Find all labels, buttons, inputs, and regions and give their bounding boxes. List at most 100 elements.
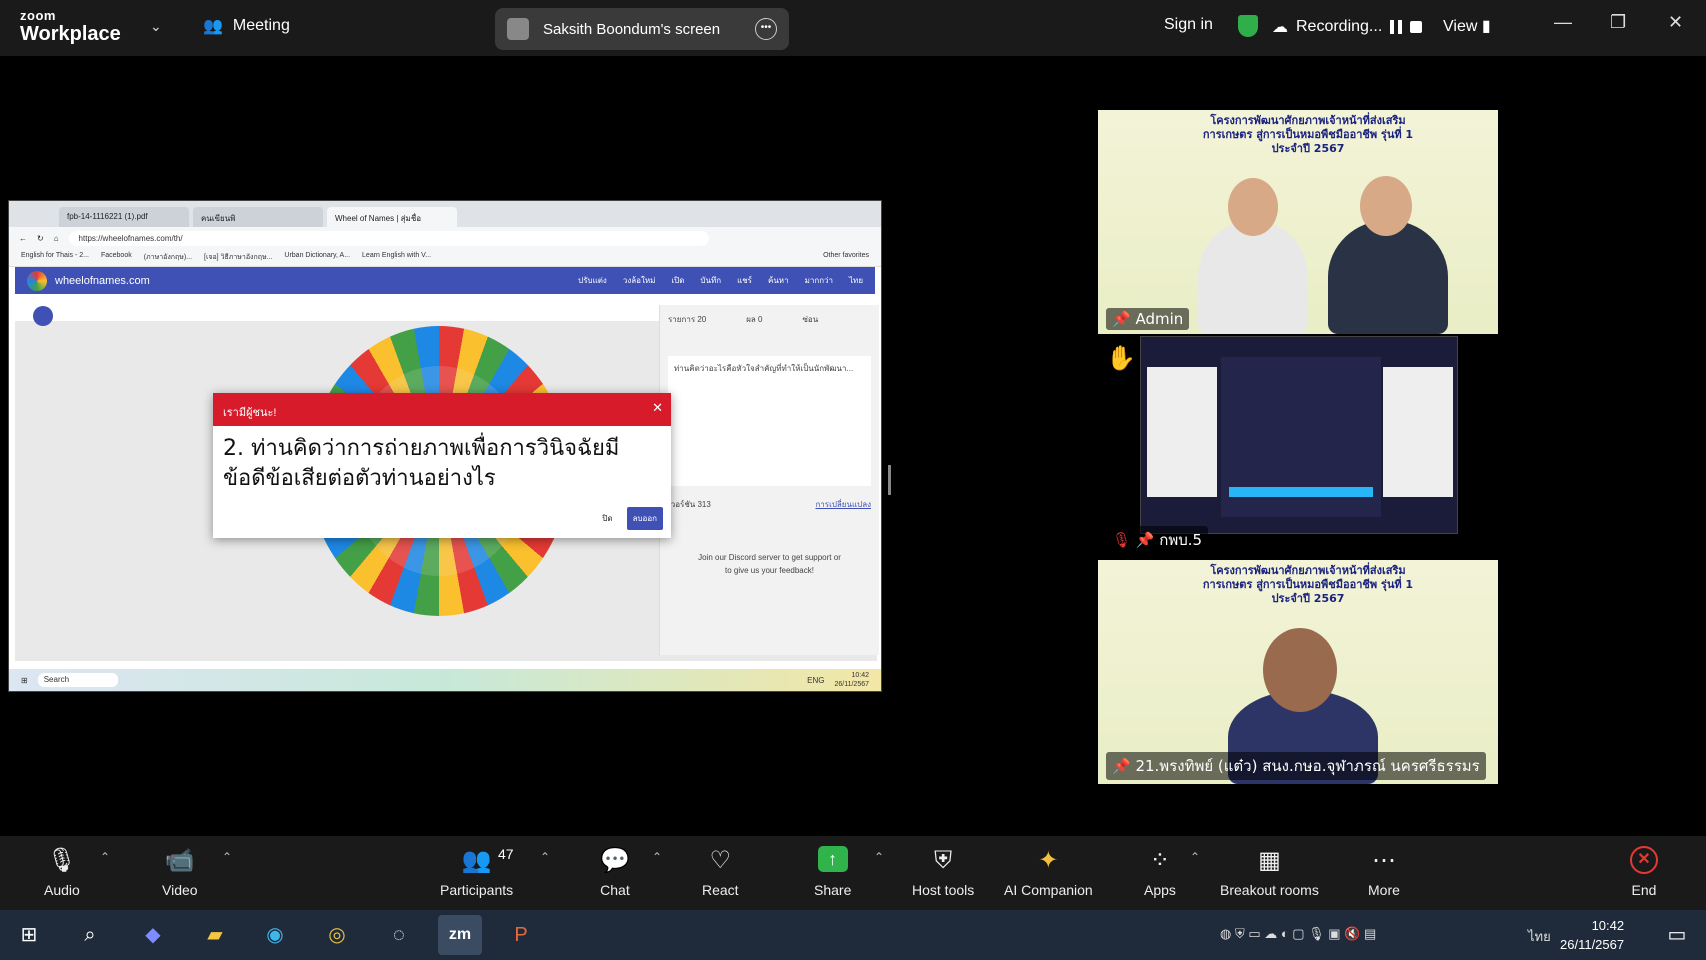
home-icon[interactable]: ⌂: [54, 234, 59, 243]
tray-icons[interactable]: ◍ ⛨ ▭ ☁ ◐ ▢ 🎙 ▣ 🔇 ▤: [1220, 926, 1376, 942]
zoom-taskbar-label: zm: [448, 926, 472, 943]
url-field[interactable]: https://wheelofnames.com/th/: [68, 230, 709, 246]
video-label: Video: [162, 882, 198, 898]
bookmark[interactable]: [เจอ] วิธีภาษาอังกฤษ...: [204, 252, 272, 263]
entries-textarea[interactable]: ท่านคิดว่าอะไรคือหัวใจสำคัญที่ทำให้เป็นน…: [668, 356, 871, 486]
dialog-message: 2. ท่านคิดว่าการถ่ายภาพเพื่อการวินิจฉัยม…: [223, 436, 620, 491]
close-icon[interactable]: ✕: [1668, 12, 1683, 33]
participant-head: [1360, 176, 1412, 236]
chat-button[interactable]: 💬 Chat: [600, 846, 630, 898]
site-menu-item[interactable]: ค้นหา: [768, 274, 789, 287]
notifications-icon[interactable]: ▭: [1662, 920, 1692, 950]
host-tools-button[interactable]: ⛨ Host tools: [912, 846, 974, 898]
video-tile-participant21[interactable]: โครงการพัฒนาศักยภาพเจ้าหน้าที่ส่งเสริมกา…: [1098, 560, 1498, 784]
view-label: View: [1443, 18, 1478, 35]
dialog-close-button[interactable]: ปิด: [602, 512, 612, 525]
breakout-rooms-label: Breakout rooms: [1220, 882, 1319, 898]
share-icon: ↑: [817, 846, 848, 872]
site-menu-item[interactable]: วงล้อใหม่: [623, 274, 656, 287]
view-button[interactable]: View ▮: [1443, 16, 1491, 36]
copilot-icon[interactable]: ◆: [138, 920, 168, 950]
windows-start-icon[interactable]: ⊞: [14, 920, 44, 950]
chrome-icon[interactable]: ◎: [322, 920, 352, 950]
site-menu-item[interactable]: ไทย: [849, 274, 863, 287]
powerpoint-icon[interactable]: P: [506, 920, 536, 950]
clock-time: 10:42: [1591, 918, 1625, 933]
taskbar-time: 10:42: [851, 672, 869, 679]
more-button[interactable]: ⋯ More: [1368, 846, 1400, 898]
bookmark[interactable]: English for Thais - 2...: [21, 252, 89, 263]
pause-recording-button[interactable]: [1390, 20, 1403, 34]
site-menu-item[interactable]: มากกว่า: [805, 274, 833, 287]
input-language[interactable]: ไทย: [1528, 926, 1551, 947]
edit-icon[interactable]: [33, 306, 53, 326]
hide-checkbox[interactable]: ซ่อน: [803, 313, 819, 326]
chevron-down-icon[interactable]: ⌄: [150, 18, 162, 35]
browser-tab[interactable]: คนเขียนพิ: [193, 207, 323, 227]
bookmark[interactable]: Learn English with V...: [362, 252, 431, 263]
version-label: เวอร์ชัน 313: [668, 500, 711, 509]
zoom-taskbar-icon[interactable]: zm: [438, 915, 482, 955]
edge-icon[interactable]: ◉: [260, 920, 290, 950]
ai-companion-button[interactable]: ✦ AI Companion: [1004, 846, 1093, 898]
stop-recording-button[interactable]: [1410, 21, 1423, 33]
split-divider[interactable]: [888, 465, 891, 495]
apps-button[interactable]: ⁘ Apps: [1144, 846, 1176, 898]
discord-text[interactable]: Join our Discord server to get support o…: [698, 551, 841, 577]
bookmark[interactable]: Facebook: [101, 252, 132, 263]
share-options-caret[interactable]: ⌃: [874, 850, 884, 864]
file-explorer-icon[interactable]: ▰: [200, 920, 230, 950]
winner-dialog: เรามีผู้ชนะ! ✕ 2. ท่านคิดว่าการถ่ายภาพเพ…: [213, 393, 671, 538]
audio-button[interactable]: 🎙 Audio: [44, 846, 80, 898]
thumb-button: [1229, 487, 1373, 497]
close-icon[interactable]: ✕: [652, 400, 663, 416]
end-label: End: [1631, 882, 1657, 898]
search-icon[interactable]: ⌕: [75, 920, 105, 950]
meeting-button[interactable]: 👥 Meeting: [203, 16, 290, 36]
site-menu-item[interactable]: ปรับแต่ง: [578, 274, 607, 287]
entries-tab[interactable]: รายการ 20: [668, 313, 706, 326]
shared-screen-pill[interactable]: Saksith Boondum's screen •••: [495, 8, 789, 50]
participant-name: 📌 Admin: [1106, 308, 1190, 330]
video-tile-admin[interactable]: โครงการพัฒนาศักยภาพเจ้าหน้าที่ส่งเสริมกา…: [1098, 110, 1498, 334]
bookmark-other[interactable]: Other favorites: [823, 252, 869, 263]
windows-start-icon[interactable]: ⊞: [21, 676, 28, 685]
site-menu-item[interactable]: แชร์: [737, 274, 752, 287]
breakout-rooms-button[interactable]: ▦ Breakout rooms: [1220, 846, 1319, 898]
minimize-icon[interactable]: —: [1554, 12, 1572, 33]
participants-count: 47: [498, 846, 514, 862]
chat-options-caret[interactable]: ⌃: [652, 850, 662, 864]
video-button[interactable]: 📹 Video: [162, 846, 198, 898]
host-tools-label: Host tools: [912, 882, 975, 898]
video-tile-kpb5[interactable]: ✋ 🎙 📌 กพบ.5: [1098, 334, 1498, 558]
restore-icon[interactable]: ❐: [1610, 12, 1626, 33]
share-button[interactable]: ↑ Share: [814, 846, 851, 898]
video-options-caret[interactable]: ⌃: [222, 850, 232, 864]
apps-options-caret[interactable]: ⌃: [1190, 850, 1200, 864]
site-menu-item[interactable]: บันทึก: [700, 274, 721, 287]
participants-options-caret[interactable]: ⌃: [540, 850, 550, 864]
refresh-icon[interactable]: ↻: [37, 234, 44, 243]
changes-link[interactable]: การเปลี่ยนแปลง: [815, 498, 871, 511]
back-icon[interactable]: ←: [19, 234, 27, 243]
bookmark[interactable]: Urban Dictionary, A...: [284, 252, 350, 263]
site-name[interactable]: wheelofnames.com: [55, 275, 150, 287]
app-icon[interactable]: ◌: [384, 920, 414, 950]
sign-in-link[interactable]: Sign in: [1164, 16, 1213, 34]
more-options-icon[interactable]: •••: [755, 18, 777, 40]
dialog-remove-button[interactable]: ลบออก: [626, 507, 663, 530]
browser-tab[interactable]: fpb-14-1116221 (1).pdf: [59, 207, 189, 227]
site-menu-item[interactable]: เปิด: [671, 274, 684, 287]
chat-label: Chat: [600, 882, 630, 898]
audio-options-caret[interactable]: ⌃: [100, 850, 110, 864]
taskbar-search[interactable]: Search: [37, 673, 118, 687]
shield-icon[interactable]: [1238, 15, 1258, 37]
results-tab[interactable]: ผล 0: [746, 313, 762, 326]
clock[interactable]: 10:42 26/11/2567: [1560, 916, 1624, 954]
react-button[interactable]: ♡ React: [702, 846, 739, 898]
browser-tab-bar: fpb-14-1116221 (1).pdf คนเขียนพิ Wheel o…: [9, 201, 881, 227]
browser-tab-active[interactable]: Wheel of Names | สุ่มชื่อ: [327, 207, 457, 227]
end-button[interactable]: ✕ End: [1630, 846, 1658, 898]
meeting-toolbar: 🎙 Audio ⌃ 📹 Video ⌃ 👥 Participants 47 ⌃ …: [0, 836, 1706, 910]
bookmark[interactable]: (ภาษาอังกฤษ)...: [144, 252, 192, 263]
